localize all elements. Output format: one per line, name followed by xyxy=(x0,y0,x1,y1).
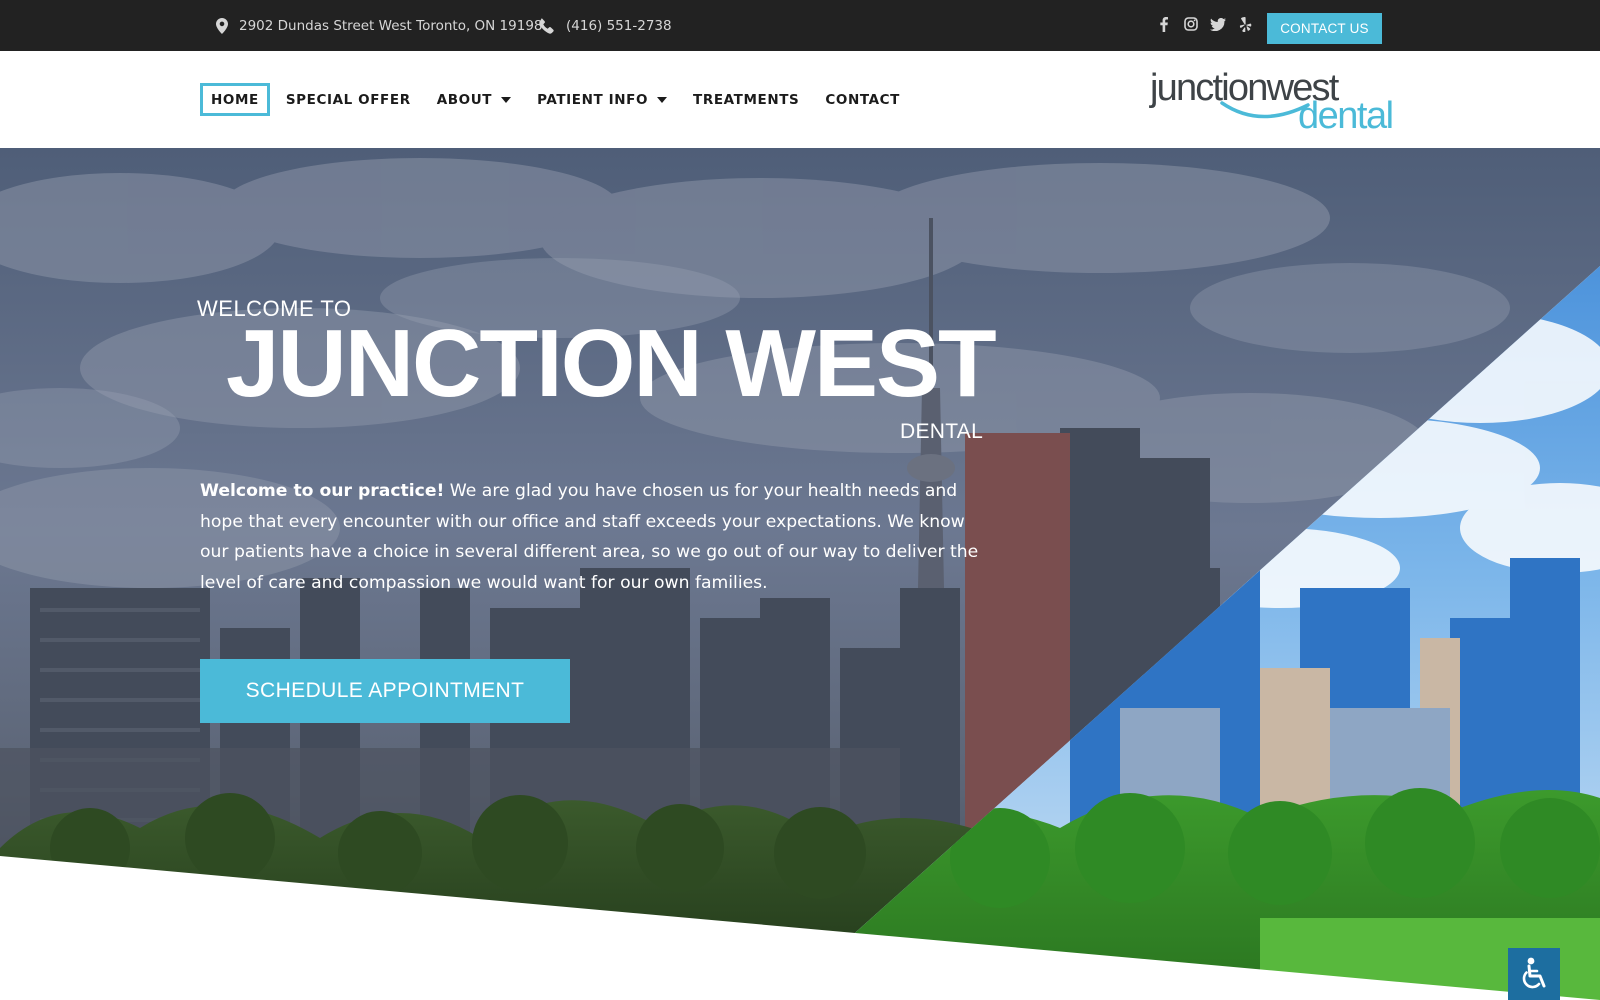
nav-special-offer-label: SPECIAL OFFER xyxy=(285,91,411,108)
caret-down-icon xyxy=(501,96,512,103)
phone-icon xyxy=(539,17,554,34)
phone-item[interactable]: (416) 551-2738 xyxy=(539,0,672,51)
nav-patient-info-label: PATIENT INFO xyxy=(537,91,649,108)
nav-contact[interactable]: CONTACT xyxy=(825,83,900,116)
facebook-icon[interactable] xyxy=(1156,15,1172,33)
schedule-appointment-button[interactable]: SCHEDULE APPOINTMENT xyxy=(200,659,570,723)
social-links xyxy=(1156,15,1253,33)
wheelchair-icon xyxy=(1522,957,1546,989)
main-header: HOME SPECIAL OFFER ABOUT PATIENT INFO TR… xyxy=(0,51,1600,148)
address-item: 2902 Dundas Street West Toronto, ON 1919… xyxy=(216,0,543,51)
main-nav: HOME SPECIAL OFFER ABOUT PATIENT INFO TR… xyxy=(200,83,926,116)
nav-special-offer[interactable]: SPECIAL OFFER xyxy=(286,83,411,116)
site-logo[interactable]: junctionwest dental xyxy=(1150,69,1400,135)
hero-subtitle: DENTAL xyxy=(900,420,984,443)
nav-treatments-label: TREATMENTS xyxy=(693,91,800,108)
nav-contact-label: CONTACT xyxy=(825,91,900,108)
yelp-icon[interactable] xyxy=(1237,15,1253,33)
top-info-bar: 2902 Dundas Street West Toronto, ON 1919… xyxy=(0,0,1600,51)
accessibility-button[interactable] xyxy=(1508,948,1560,1000)
twitter-icon[interactable] xyxy=(1210,15,1226,33)
hero-intro-paragraph: Welcome to our practice! We are glad you… xyxy=(200,476,990,598)
address-text: 2902 Dundas Street West Toronto, ON 1919… xyxy=(239,17,543,34)
nav-treatments[interactable]: TREATMENTS xyxy=(693,83,799,116)
nav-home[interactable]: HOME xyxy=(200,83,270,116)
instagram-icon[interactable] xyxy=(1183,15,1199,33)
logo-smile-swoosh xyxy=(1220,101,1310,119)
nav-home-label: HOME xyxy=(211,91,259,108)
map-pin-icon xyxy=(216,17,228,34)
hero-title: JUNCTION WEST xyxy=(226,310,997,417)
hero-content: WELCOME TO JUNCTION WEST DENTAL Welcome … xyxy=(0,148,1600,1000)
phone-text: (416) 551-2738 xyxy=(566,17,672,34)
hero-section: WELCOME TO JUNCTION WEST DENTAL Welcome … xyxy=(0,148,1600,1000)
logo-wordmark-bottom: dental xyxy=(1298,95,1394,137)
nav-about-label: ABOUT xyxy=(436,91,493,108)
nav-patient-info[interactable]: PATIENT INFO xyxy=(537,83,668,116)
hero-intro-strong: Welcome to our practice! xyxy=(200,481,445,501)
caret-down-icon xyxy=(657,96,668,103)
contact-us-button[interactable]: CONTACT US xyxy=(1267,13,1382,44)
nav-about[interactable]: ABOUT xyxy=(436,83,512,116)
